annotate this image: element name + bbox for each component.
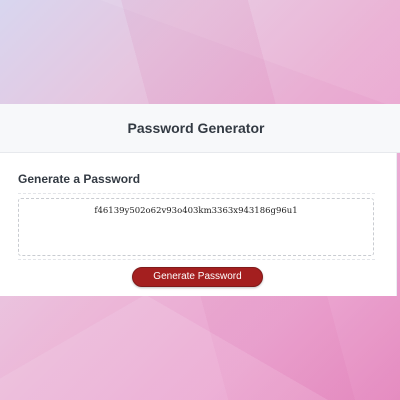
card-header-divider (18, 193, 375, 194)
password-output[interactable]: f46139y502o62v93o403km3363x943186g96u1 (18, 198, 374, 256)
generate-password-button[interactable]: Generate Password (132, 267, 263, 287)
card-footer-divider (18, 259, 375, 260)
page-title: Password Generator (127, 120, 265, 136)
card-title: Generate a Password (18, 172, 141, 186)
